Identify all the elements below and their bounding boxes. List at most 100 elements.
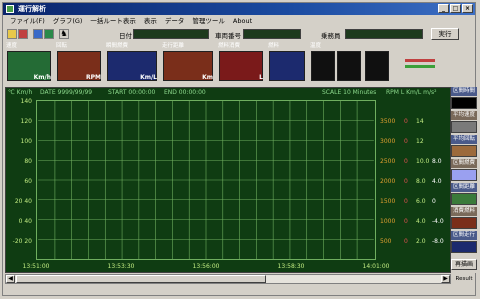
globe-icon[interactable]: [33, 29, 43, 39]
driver-field[interactable]: [345, 29, 423, 39]
kml-tick-label: 4.0: [416, 218, 426, 225]
summary-item-value: [451, 193, 477, 205]
execute-button[interactable]: 実行: [431, 28, 459, 40]
gauge-speed-label: 速度: [6, 43, 18, 49]
menu-file[interactable]: ファイル(F): [7, 16, 48, 27]
gauge-temperature-label: 温度: [310, 43, 322, 49]
menu-data[interactable]: データ: [162, 16, 188, 27]
chart-scale: SCALE 10 Minutes: [322, 89, 377, 96]
summary-item: 区間距離: [451, 183, 477, 207]
menu-view[interactable]: 表示: [141, 16, 160, 27]
x-tick-label: 13:56:00: [192, 263, 220, 270]
maximize-button[interactable]: □: [450, 4, 461, 13]
summary-item-value: [451, 241, 477, 253]
indicator-bar-red: [405, 59, 435, 62]
menu-route[interactable]: 一括ルート表示: [87, 16, 139, 27]
summary-panel: 区間時間 平均速度 平均回転 区間燃費 区間距離 消費燃料 区間走行 再描画: [451, 87, 477, 273]
chart-units-right: RPM L Km/L m/s²: [386, 89, 437, 96]
gauge-fuel-value: [269, 51, 305, 81]
toolbar: ♞ 日付 車両番号 乗務員 実行: [3, 28, 475, 41]
y-tick-label: 80: [24, 158, 32, 165]
main-window: 運行解析 _ □ × ファイル(F) グラフ(G) 一括ルート表示 表示 データ…: [2, 2, 477, 296]
y-tick-label: 20 40: [14, 198, 32, 205]
rpm-tick-label: 1500: [380, 198, 396, 205]
summary-item-label: 区間距離: [451, 183, 477, 192]
scroll-left-icon[interactable]: ◀: [6, 275, 15, 283]
horizontal-scrollbar[interactable]: ◀ ▶: [5, 274, 451, 284]
result-label: Result: [455, 276, 473, 282]
open-folder-icon[interactable]: [7, 29, 17, 39]
gauge-speed: 速度 Km/h: [5, 43, 53, 83]
app-icon: [6, 5, 14, 13]
rpm-tick-label: 2000: [380, 178, 396, 185]
gauge-rpm-unit: RPM: [86, 74, 101, 81]
liter-tick-label: 0: [404, 118, 408, 125]
date-field[interactable]: [133, 29, 209, 39]
summary-item-value: [451, 169, 477, 181]
temp-cell-1: [311, 51, 335, 81]
close-button[interactable]: ×: [462, 4, 473, 13]
x-tick-label: 13:53:30: [107, 263, 135, 270]
menu-about[interactable]: About: [230, 16, 255, 27]
kml-tick-label: 12: [416, 138, 424, 145]
scroll-thumb[interactable]: [16, 275, 266, 283]
date-label: 日付: [119, 32, 132, 40]
summary-item: 平均速度: [451, 111, 477, 135]
indicator-bar-green: [405, 65, 435, 68]
gauge-fuel-label: 燃料: [268, 43, 280, 49]
y-tick-label: 60: [24, 178, 32, 185]
accel-tick-label: -4.0: [432, 218, 444, 225]
rpm-tick-label: 3000: [380, 138, 396, 145]
gauge-instant-fuel: 瞬間燃費 Km/L: [105, 43, 159, 83]
summary-item: 区間時間: [451, 87, 477, 111]
y-tick-label: 120: [20, 118, 32, 125]
accel-tick-label: 8.0: [432, 158, 442, 165]
gauge-rpm: 回転 RPM: [55, 43, 103, 83]
map-icon[interactable]: [44, 29, 54, 39]
liter-tick-label: 0: [404, 138, 408, 145]
x-tick-label: 13:58:30: [277, 263, 305, 270]
rpm-tick-label: 2500: [380, 158, 396, 165]
save-icon[interactable]: [18, 29, 28, 39]
window-controls: _ □ ×: [438, 4, 473, 13]
rpm-tick-label: 500: [380, 238, 392, 245]
gauge-temperature: 温度: [309, 43, 399, 83]
summary-item-label: 平均回転: [451, 135, 477, 144]
summary-item: 平均回転: [451, 135, 477, 159]
menu-graph[interactable]: グラフ(G): [50, 16, 86, 27]
liter-tick-label: 0: [404, 238, 408, 245]
summary-item-label: 平均速度: [451, 111, 477, 120]
kml-tick-label: 6.0: [416, 198, 426, 205]
gauge-fuel-consumption: 燃料消費 L: [217, 43, 265, 83]
chart-units-left: ℃ Km/h: [8, 89, 33, 96]
accel-tick-label: -8.0: [432, 238, 444, 245]
vehicle-field[interactable]: [243, 29, 301, 39]
kml-tick-label: 10.0: [416, 158, 430, 165]
gauge-rpm-label: 回転: [56, 43, 68, 49]
minimize-button[interactable]: _: [438, 4, 449, 13]
y-tick-label: 100: [20, 138, 32, 145]
gauge-speed-unit: Km/h: [33, 74, 51, 81]
summary-item-label: 消費燃料: [451, 207, 477, 216]
menu-admin[interactable]: 管理ツール: [189, 16, 228, 27]
summary-item-value: [451, 145, 477, 157]
gauge-strip: 速度 Km/h 回転 RPM 瞬間燃費 Km/L 走行距離 Km 燃料消費 L …: [5, 43, 475, 85]
rpm-tick-label: 1000: [380, 218, 396, 225]
gauge-fuel-consumption-value: [219, 51, 263, 81]
y-tick-label: 140: [20, 98, 32, 105]
binoculars-icon[interactable]: ♞: [59, 29, 69, 39]
chart-plot: [36, 100, 376, 260]
x-tick-label: 14:01:00: [362, 263, 390, 270]
x-tick-label: 13:51:00: [22, 263, 50, 270]
gauge-instant-fuel-label: 瞬間燃費: [106, 43, 129, 49]
liter-tick-label: 0: [404, 218, 408, 225]
scroll-right-icon[interactable]: ▶: [441, 275, 450, 283]
gauge-instant-fuel-unit: Km/L: [140, 74, 157, 81]
summary-item-value: [451, 97, 477, 109]
liter-tick-label: 0: [404, 158, 408, 165]
chart-area: ℃ Km/h DATE 9999/99/99 START 00:00:00 EN…: [5, 87, 451, 273]
redraw-button[interactable]: 再描画: [451, 259, 477, 270]
summary-item: 消費燃料: [451, 207, 477, 231]
kml-tick-label: 8.0: [416, 178, 426, 185]
accel-tick-label: 4.0: [432, 178, 442, 185]
